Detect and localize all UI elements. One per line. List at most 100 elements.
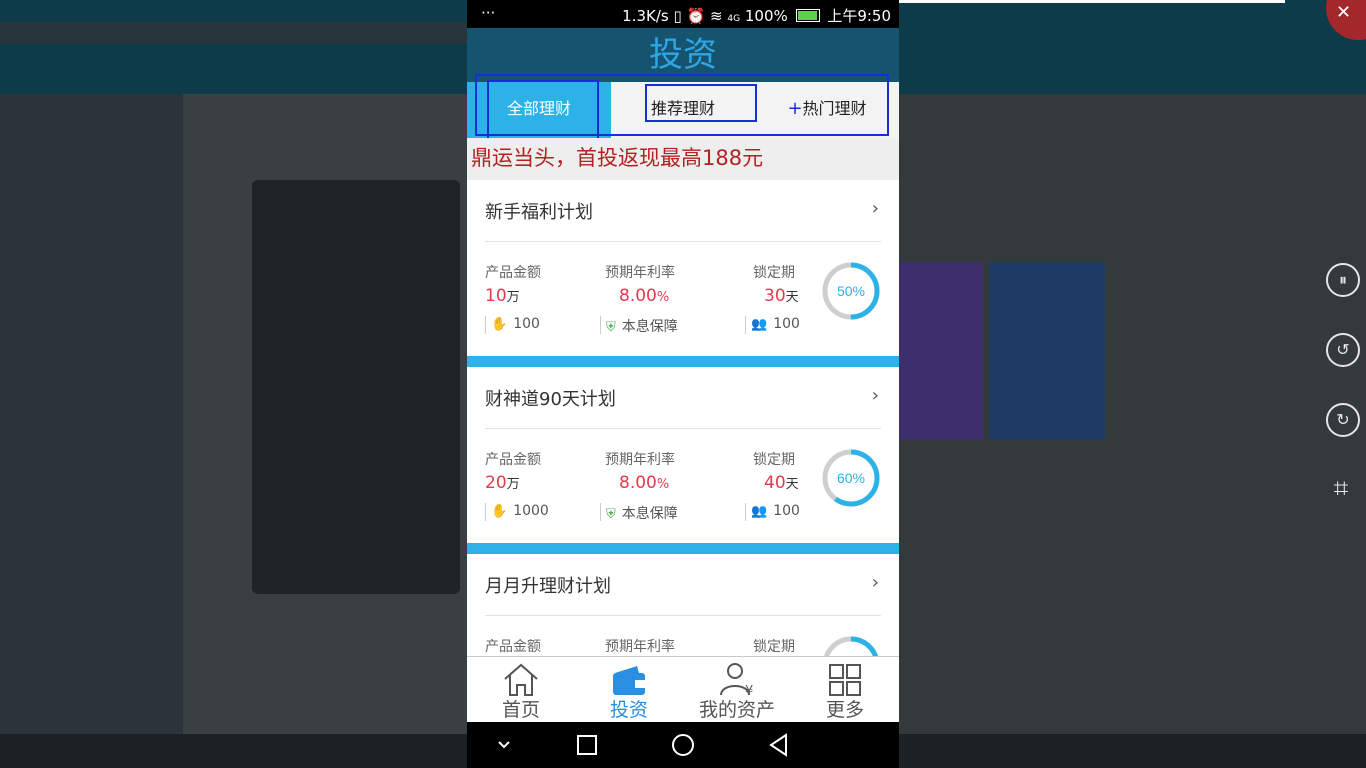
- page-title: 投资: [467, 28, 899, 82]
- tab-popular-label: 热门理财: [802, 99, 867, 118]
- shield-icon: ⛨: [606, 320, 616, 335]
- alarm-icon: ⏰: [686, 7, 706, 25]
- clock: 上午9:50: [827, 7, 891, 25]
- pause-icon: ⏸: [1338, 270, 1347, 289]
- nav-home[interactable]: 首页: [467, 661, 575, 721]
- users-icon: 👥: [751, 317, 768, 332]
- divider: [745, 503, 746, 521]
- tab-all-products[interactable]: 全部理财: [467, 82, 611, 138]
- crop-button[interactable]: ⌗: [1326, 474, 1356, 504]
- crop-icon: ⌗: [1333, 474, 1349, 504]
- desktop-emulator-preview: [252, 180, 460, 594]
- amount-label: 产品金额: [485, 452, 541, 468]
- nav-my-assets[interactable]: ¥ 我的资产: [683, 661, 791, 721]
- battery-icon: [795, 9, 820, 22]
- divider: [485, 316, 486, 334]
- divider: [485, 428, 881, 429]
- buyer-count: 👥 100: [751, 503, 800, 519]
- nav-my-assets-label: 我的资产: [698, 699, 775, 721]
- desktop-project-panel: [0, 94, 183, 734]
- desktop-menubar: [0, 22, 467, 44]
- amount-value: 20万: [485, 473, 520, 493]
- rate-label: 预期年利率: [605, 452, 675, 468]
- chevron-down-icon[interactable]: [491, 732, 517, 758]
- guarantee: ⛨ 本息保障: [606, 506, 678, 522]
- lock-value: 40天: [764, 473, 799, 493]
- desktop-tile: [989, 262, 1105, 440]
- tab-popular[interactable]: +热门理财: [755, 82, 899, 138]
- rate-value: 8.00%: [619, 473, 670, 493]
- rate-value: 8.00%: [619, 286, 670, 306]
- user-assets-icon: ¥: [683, 661, 791, 699]
- min-invest: ✋ 100: [491, 316, 540, 332]
- desktop-tile: [899, 262, 983, 440]
- lock-label: 锁定期: [753, 265, 795, 281]
- rotate-right-icon: ↻: [1336, 410, 1350, 429]
- amount-label: 产品金额: [485, 265, 541, 281]
- tab-recommended[interactable]: 推荐理财: [611, 82, 755, 138]
- product-list[interactable]: 新手福利计划 › 产品金额 预期年利率 锁定期 10万 8.00% 30天 ✋ 1…: [467, 180, 899, 656]
- card-separator: [467, 543, 899, 554]
- divider: [600, 316, 601, 334]
- chevron-right-icon: ›: [871, 198, 879, 219]
- hand-icon: ✋: [491, 504, 508, 519]
- status-right: 1.3K/s ▯ ⏰ ≋ 4G 100% 上午9:50: [622, 5, 891, 26]
- product-name: 月月升理财计划: [485, 576, 611, 597]
- close-icon: ✕: [1336, 2, 1352, 23]
- divider: [485, 503, 486, 521]
- buyer-count: 👥 100: [751, 316, 800, 332]
- system-nav-bar: [467, 722, 899, 768]
- pause-button[interactable]: ⏸: [1326, 263, 1360, 297]
- nav-home-label: 首页: [501, 699, 540, 721]
- phone-screen: ··· 1.3K/s ▯ ⏰ ≋ 4G 100% 上午9:50 投资 全部理财 …: [467, 0, 899, 768]
- guarantee: ⛨ 本息保障: [606, 319, 678, 335]
- wallet-icon: [575, 661, 683, 699]
- recents-button[interactable]: [574, 732, 600, 758]
- card-separator: [467, 356, 899, 367]
- rate-label: 预期年利率: [605, 639, 675, 655]
- product-name: 新手福利计划: [485, 202, 593, 223]
- product-card[interactable]: 财神道90天计划 › 产品金额 预期年利率 锁定期 20万 8.00% 40天 …: [467, 367, 899, 543]
- min-invest: ✋ 1000: [491, 503, 549, 519]
- nav-invest-label: 投资: [609, 699, 648, 721]
- progress-ring: 50%: [822, 262, 880, 320]
- nav-invest[interactable]: 投资: [575, 661, 683, 721]
- product-card[interactable]: 新手福利计划 › 产品金额 预期年利率 锁定期 10万 8.00% 30天 ✋ 1…: [467, 180, 899, 356]
- bottom-nav: 首页 投资 ¥ 我的资产 更多: [467, 656, 899, 723]
- nav-more[interactable]: 更多: [791, 661, 899, 721]
- tab-bar: 全部理财 推荐理财 +热门理财: [467, 82, 899, 138]
- vibrate-icon: ▯: [673, 7, 682, 25]
- rotate-right-button[interactable]: ↻: [1326, 403, 1360, 437]
- promo-marquee[interactable]: 鼎运当头，首投返现最高188元: [467, 138, 899, 180]
- back-button[interactable]: [766, 732, 792, 758]
- status-bar: ··· 1.3K/s ▯ ⏰ ≋ 4G 100% 上午9:50: [467, 0, 899, 28]
- plus-icon: +: [787, 98, 803, 119]
- amount-label: 产品金额: [485, 639, 541, 655]
- rate-label: 预期年利率: [605, 265, 675, 281]
- rotate-left-button[interactable]: ↺: [1326, 333, 1360, 367]
- status-dots: ···: [481, 4, 496, 22]
- hand-icon: ✋: [491, 317, 508, 332]
- progress-label: 60%: [837, 470, 865, 486]
- users-icon: 👥: [751, 504, 768, 519]
- shield-icon: ⛨: [606, 507, 616, 522]
- grid-icon: [791, 661, 899, 699]
- product-name: 财神道90天计划: [485, 389, 616, 410]
- svg-text:¥: ¥: [745, 684, 753, 699]
- lock-value: 30天: [764, 286, 799, 306]
- promo-text: 鼎运当头，首投返现最高188元: [471, 146, 764, 170]
- home-button[interactable]: [670, 732, 696, 758]
- product-card[interactable]: 月月升理财计划 › 产品金额 预期年利率 锁定期: [467, 554, 899, 656]
- progress-ring: [822, 636, 880, 656]
- lock-label: 锁定期: [753, 639, 795, 655]
- progress-label: 50%: [837, 283, 865, 299]
- divider: [600, 503, 601, 521]
- nav-more-label: 更多: [825, 699, 864, 721]
- chevron-right-icon: ›: [871, 385, 879, 406]
- rotate-left-icon: ↺: [1336, 340, 1350, 359]
- divider: [485, 615, 881, 616]
- battery-percent: 100%: [744, 7, 788, 25]
- divider: [745, 316, 746, 334]
- progress-ring: 60%: [822, 449, 880, 507]
- lock-label: 锁定期: [753, 452, 795, 468]
